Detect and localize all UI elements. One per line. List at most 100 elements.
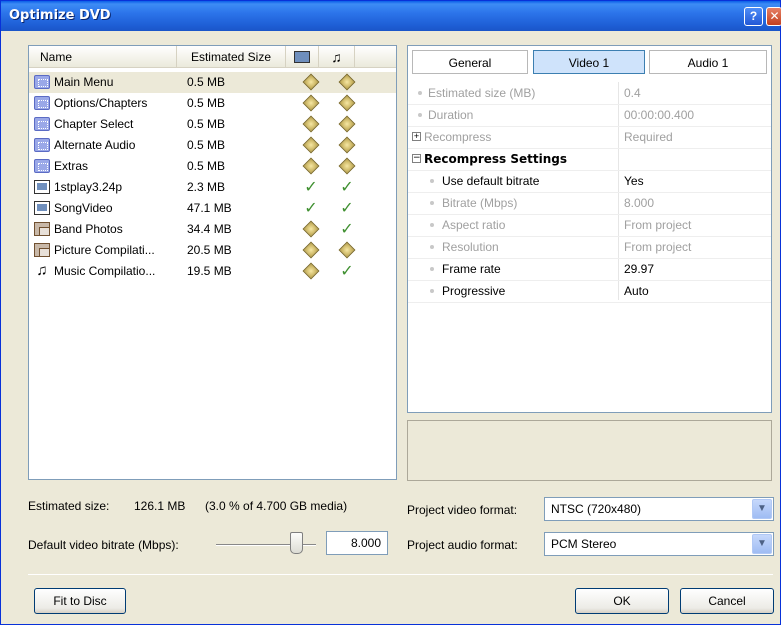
audio-ok-check-icon: ✓ [340,263,354,280]
media-list[interactable]: Name Estimated Size ♫ Main Menu 0.5 MB Opt… [28,45,397,480]
prop-resolution[interactable]: Resolution From project [408,236,771,258]
section-title: Recompress Settings [424,152,567,166]
list-item[interactable]: Band Photos 34.4 MB ✓ [29,219,396,240]
cancel-button[interactable]: Cancel [680,588,774,614]
audio-format-label: Project audio format: [407,538,518,552]
bullet-icon [418,113,422,117]
item-size: 34.4 MB [187,222,232,236]
item-size: 0.5 MB [187,96,226,110]
list-item[interactable]: Chapter Select 0.5 MB [29,114,396,135]
column-header-audio[interactable]: ♫ [319,46,355,68]
prop-frame-rate[interactable]: Frame rate 29.97 [408,258,771,280]
item-size: 0.5 MB [187,159,226,173]
prop-name: Duration [428,108,474,122]
optimize-dvd-dialog: Optimize DVD ? ✕ Name Estimated Size ♫ M… [0,0,781,625]
video-warning-icon [302,241,320,259]
video-warning-icon [302,262,320,280]
tab-general[interactable]: General [412,50,528,74]
item-size: 0.5 MB [187,75,226,89]
column-header-size[interactable]: Estimated Size [177,46,286,68]
chevron-down-icon[interactable]: ▼ [752,499,772,519]
column-header-name[interactable]: Name [29,46,177,68]
default-bitrate-label: Default video bitrate (Mbps): [28,538,179,552]
prop-use-default-bitrate[interactable]: Use default bitrate Yes [408,170,771,192]
audio-ok-check-icon: ✓ [340,179,354,196]
title-bar[interactable]: Optimize DVD ? ✕ [1,1,781,31]
item-size: 0.5 MB [187,138,226,152]
video-format-select[interactable]: NTSC (720x480) ▼ [544,497,774,521]
music-note-icon: ♫ [331,49,342,65]
video-icon [34,201,50,215]
section-recompress-settings[interactable]: − Recompress Settings [408,148,771,170]
menu-icon [34,138,50,152]
item-size: 47.1 MB [187,201,232,215]
ok-button[interactable]: OK [575,588,669,614]
photos-icon [34,222,50,236]
item-name: Main Menu [54,75,114,89]
prop-value: Required [624,130,673,144]
video-warning-icon [302,157,320,175]
fit-to-disc-button[interactable]: Fit to Disc [34,588,126,614]
prop-name: Resolution [442,240,499,254]
item-name: Picture Compilati... [54,243,155,257]
prop-bitrate[interactable]: Bitrate (Mbps) 8.000 [408,192,771,214]
menu-icon [34,96,50,110]
close-button[interactable]: ✕ [766,7,781,26]
prop-value: 00:00:00.400 [624,108,695,122]
help-button[interactable]: ? [744,7,763,26]
photos-icon [34,243,50,257]
prop-value: Auto [624,284,649,298]
prop-name: Bitrate (Mbps) [442,196,518,210]
list-item[interactable]: Extras 0.5 MB [29,156,396,177]
prop-name: Estimated size (MB) [428,86,536,100]
chevron-down-icon[interactable]: ▼ [752,534,772,554]
list-item[interactable]: Picture Compilati... 20.5 MB [29,240,396,261]
audio-warning-icon [338,73,356,91]
estimated-size-value: 126.1 MB [134,499,186,513]
menu-icon [34,159,50,173]
prop-estimated-size[interactable]: Estimated size (MB) 0.4 [408,82,771,104]
audio-warning-icon [338,157,356,175]
list-item[interactable]: ♫ Music Compilatio... 19.5 MB ✓ [29,261,396,282]
bitrate-slider-thumb[interactable] [290,532,303,554]
prop-value: From project [624,240,692,254]
prop-progressive[interactable]: Progressive Auto [408,280,771,302]
tab-video-1[interactable]: Video 1 [533,50,645,74]
music-icon: ♫ [36,262,48,279]
list-item[interactable]: Options/Chapters 0.5 MB [29,93,396,114]
bullet-icon [430,245,434,249]
list-item[interactable]: SongVideo 47.1 MB ✓ ✓ [29,198,396,219]
prop-name: Use default bitrate [442,174,540,188]
audio-format-value: PCM Stereo [551,537,617,551]
item-name: Alternate Audio [54,138,136,152]
bullet-icon [418,91,422,95]
prop-value: Yes [624,174,644,188]
list-item[interactable]: 1stplay3.24p 2.3 MB ✓ ✓ [29,177,396,198]
prop-aspect-ratio[interactable]: Aspect ratio From project [408,214,771,236]
menu-icon [34,75,50,89]
tab-audio-1[interactable]: Audio 1 [649,50,767,74]
item-name: Extras [54,159,89,173]
expand-plus-icon[interactable]: + [412,132,421,141]
video-warning-icon [302,94,320,112]
description-panel [407,420,772,481]
column-header-video[interactable] [286,46,319,68]
prop-value: From project [624,218,692,232]
collapse-minus-icon[interactable]: − [412,154,421,163]
audio-ok-check-icon: ✓ [340,200,354,217]
item-name: Music Compilatio... [54,264,156,278]
item-name: 1stplay3.24p [54,180,123,194]
footer-separator [28,574,773,575]
video-icon [34,180,50,194]
item-size: 19.5 MB [187,264,232,278]
bullet-icon [430,267,434,271]
bitrate-input[interactable]: 8.000 [326,531,388,555]
prop-recompress[interactable]: + Recompress Required [408,126,771,148]
list-item[interactable]: Alternate Audio 0.5 MB [29,135,396,156]
audio-warning-icon [338,94,356,112]
item-name: Options/Chapters [54,96,148,110]
video-ok-check-icon: ✓ [304,179,318,196]
list-item[interactable]: Main Menu 0.5 MB [29,72,396,93]
audio-format-select[interactable]: PCM Stereo ▼ [544,532,774,556]
prop-duration[interactable]: Duration 00:00:00.400 [408,104,771,126]
